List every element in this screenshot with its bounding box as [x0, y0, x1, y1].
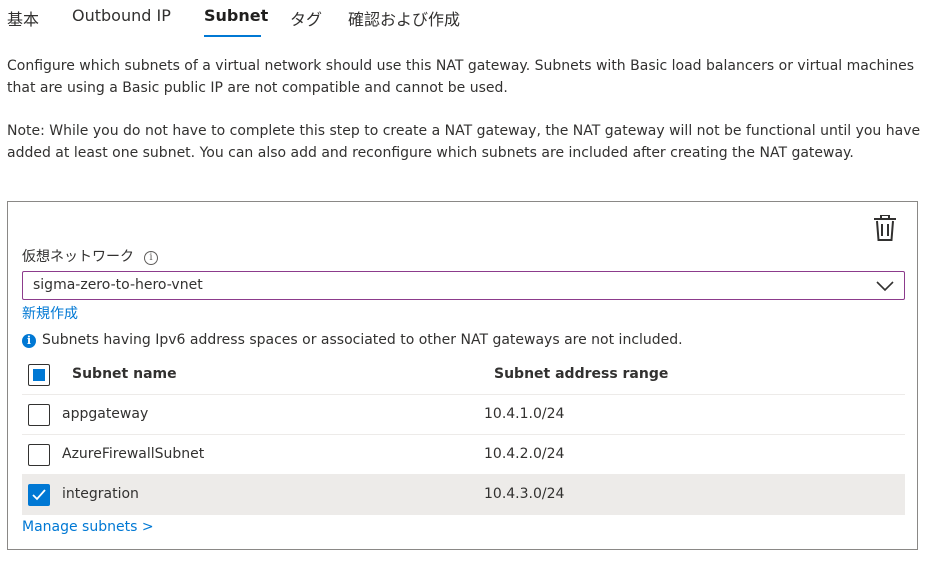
- subnet-name: appgateway: [62, 406, 149, 422]
- tab-review-create[interactable]: 確認および作成: [348, 6, 460, 30]
- checkmark-icon: [32, 489, 46, 501]
- subnet-range: 10.4.2.0/24: [484, 446, 565, 462]
- table-row[interactable]: appgateway 10.4.1.0/24: [22, 395, 905, 435]
- subnet-notice: i Subnets having Ipv6 address spaces or a…: [22, 332, 683, 348]
- note-text: Note: While you do not have to complete …: [7, 123, 921, 161]
- vnet-label-text: 仮想ネットワーク: [22, 249, 134, 265]
- description-text: Configure which subnets of a virtual net…: [7, 58, 915, 96]
- subnet-range: 10.4.1.0/24: [484, 406, 565, 422]
- trash-icon[interactable]: [873, 215, 897, 241]
- row-checkbox[interactable]: [28, 444, 50, 466]
- row-checkbox[interactable]: [28, 484, 50, 506]
- table-row[interactable]: integration 10.4.3.0/24: [22, 475, 905, 515]
- vnet-field-label: 仮想ネットワーク i: [22, 246, 158, 266]
- tab-outbound-ip[interactable]: Outbound IP: [72, 6, 171, 25]
- notice-text: Subnets having Ipv6 address spaces or as…: [42, 332, 683, 348]
- vnet-selected-value: sigma-zero-to-hero-vnet: [33, 277, 203, 293]
- manage-subnets-link[interactable]: Manage subnets >: [22, 519, 154, 535]
- vnet-dropdown[interactable]: sigma-zero-to-hero-vnet: [22, 271, 905, 300]
- chevron-down-icon: [876, 281, 894, 292]
- active-tab-indicator: [204, 35, 261, 37]
- column-subnet-name: Subnet name: [72, 366, 177, 382]
- tab-tags[interactable]: タグ: [290, 6, 322, 30]
- tab-basics[interactable]: 基本: [7, 6, 39, 30]
- nat-gateway-subnet-page: 基本 Outbound IP Subnet タグ 確認および作成 Configu…: [0, 0, 935, 577]
- row-checkbox[interactable]: [28, 404, 50, 426]
- create-new-vnet-link[interactable]: 新規作成: [22, 303, 78, 323]
- tab-subnet[interactable]: Subnet: [204, 6, 268, 25]
- subnet-table-header: Subnet name Subnet address range: [22, 355, 905, 395]
- subnet-card: 仮想ネットワーク i sigma-zero-to-hero-vnet 新規作成 i…: [7, 201, 918, 550]
- subnet-name: integration: [62, 486, 139, 502]
- table-row[interactable]: AzureFirewallSubnet 10.4.2.0/24: [22, 435, 905, 475]
- subnet-range: 10.4.3.0/24: [484, 486, 565, 502]
- tab-bar: 基本 Outbound IP Subnet タグ 確認および作成: [0, 0, 935, 40]
- select-all-checkbox[interactable]: [28, 364, 50, 386]
- info-filled-icon: i: [22, 334, 36, 348]
- info-icon[interactable]: i: [144, 251, 158, 265]
- column-subnet-address-range: Subnet address range: [494, 366, 669, 382]
- subnet-name: AzureFirewallSubnet: [62, 446, 205, 462]
